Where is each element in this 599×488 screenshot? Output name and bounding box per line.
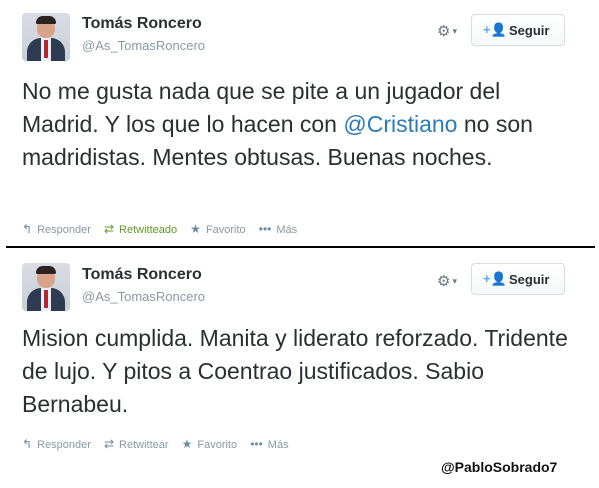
retweet-icon: ⇄ <box>103 437 115 451</box>
more-icon: ••• <box>250 437 263 451</box>
more-button[interactable]: ••• Más <box>250 437 288 451</box>
favorite-button[interactable]: ★ Favorito <box>182 437 238 451</box>
follow-button-label: Seguir <box>509 272 550 287</box>
chevron-down-icon: ▾ <box>452 276 457 286</box>
tweet-2: Tomás Roncero @As_TomasRoncero ⚙ ▾ +👤 Seg… <box>0 0 599 488</box>
watermark-credit: @PabloSobrado7 <box>441 459 558 475</box>
reply-button[interactable]: ↰ Responder <box>22 437 91 451</box>
star-icon: ★ <box>181 437 193 451</box>
tweet-actions: ↰ Responder ⇄ Retwittear ★ Favorito ••• Más <box>22 437 299 451</box>
more-label: Más <box>267 439 289 451</box>
add-user-icon: +👤 <box>483 271 507 286</box>
reply-icon: ↰ <box>22 437 33 451</box>
tweet-text: Mision cumplida. Manita y liderato refor… <box>22 325 568 417</box>
user-name[interactable]: Tomás Roncero <box>82 266 202 284</box>
follow-button[interactable]: +👤 Seguir <box>471 263 565 295</box>
avatar[interactable] <box>22 263 70 311</box>
reply-label: Responder <box>37 439 91 451</box>
user-handle[interactable]: @As_TomasRoncero <box>82 289 205 304</box>
gear-icon[interactable]: ⚙ ▾ <box>437 272 457 290</box>
retweet-button[interactable]: ⇄ Retwittear <box>104 437 169 451</box>
favorite-label: Favorito <box>197 439 238 451</box>
retweet-label: Retwittear <box>119 439 169 451</box>
